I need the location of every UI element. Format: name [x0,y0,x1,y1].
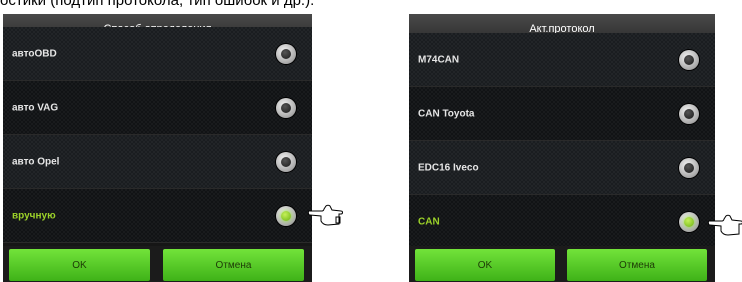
ok-button[interactable]: OK [415,249,555,281]
option-auto-vag[interactable]: авто VAG [3,81,312,135]
options-list: автоOBD авто VAG авто Opel вручную [3,27,312,243]
option-label: M74CAN [418,54,460,65]
radio-button-icon[interactable] [679,157,699,178]
dialog-footer: OK Отмена [3,246,312,282]
options-list: M74CAN CAN Toyota EDC16 Iveco CAN [409,33,715,249]
option-label: авто Opel [12,156,60,167]
option-label: EDC16 Iveco [418,162,479,173]
pointing-hand-icon [308,204,343,226]
option-can-toyota[interactable]: CAN Toyota [409,87,715,141]
radio-button-checked-icon[interactable] [679,211,699,232]
active-protocol-dialog: Акт.протокол M74CAN CAN Toyota EDC16 Ive… [409,14,715,282]
radio-button-icon[interactable] [276,97,296,118]
caption-text: остики (подтип протокола, тип ошибок и д… [0,0,315,9]
detection-method-dialog: Способ определения автоOBD авто VAG авто… [3,14,312,282]
radio-button-icon[interactable] [679,49,699,70]
option-label: CAN [418,216,440,227]
dialog-footer: OK Отмена [409,246,715,282]
radio-button-icon[interactable] [276,151,296,172]
ok-button[interactable]: OK [9,249,150,281]
cancel-button[interactable]: Отмена [163,249,304,281]
option-label: вручную [12,210,56,221]
option-can[interactable]: CAN [409,195,715,249]
option-auto-obd[interactable]: автоOBD [3,27,312,81]
radio-button-icon[interactable] [276,43,296,64]
option-label: автоOBD [12,48,57,59]
radio-button-checked-icon[interactable] [276,205,296,226]
option-m74can[interactable]: M74CAN [409,33,715,87]
option-label: авто VAG [12,102,59,113]
radio-button-icon[interactable] [679,103,699,124]
option-manual[interactable]: вручную [3,189,312,243]
pointing-hand-icon [708,214,742,236]
option-auto-opel[interactable]: авто Opel [3,135,312,189]
option-label: CAN Toyota [418,108,475,119]
option-edc16-iveco[interactable]: EDC16 Iveco [409,141,715,195]
cancel-button[interactable]: Отмена [567,249,707,281]
